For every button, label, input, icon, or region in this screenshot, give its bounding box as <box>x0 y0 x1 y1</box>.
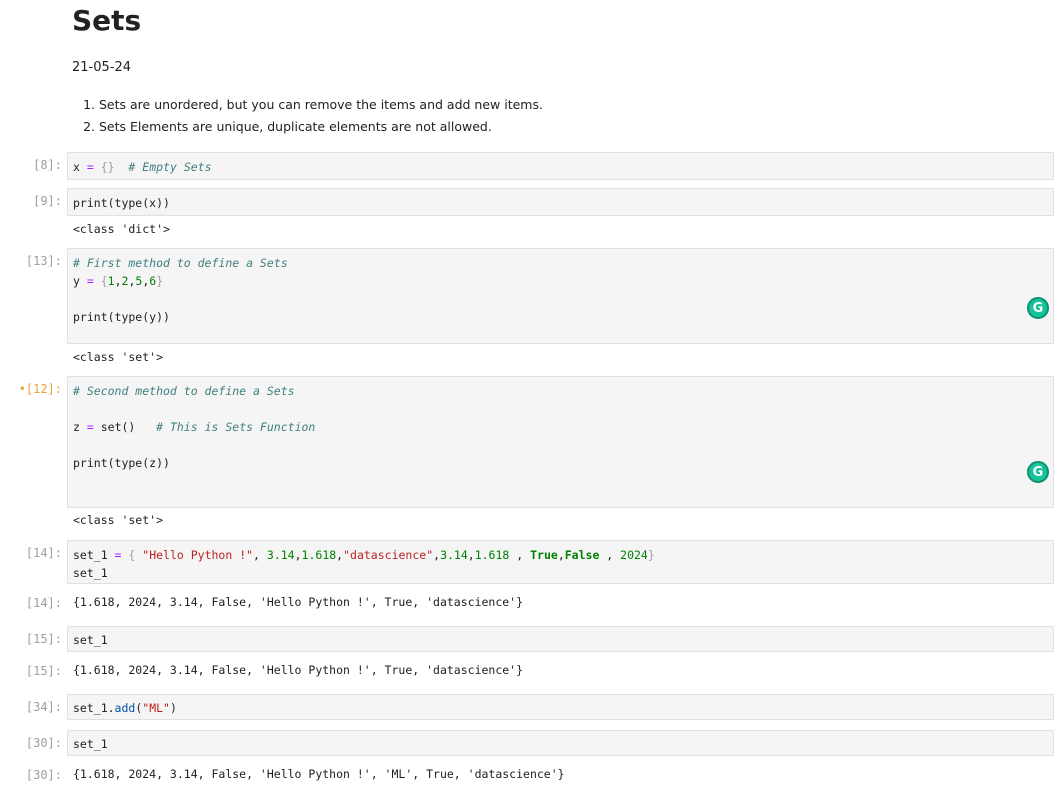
cell-output: <class 'set'> <box>73 513 164 527</box>
code-cell-34[interactable]: set_1.add("ML") <box>67 694 1054 720</box>
code-token: , <box>253 548 267 562</box>
cell-output: {1.618, 2024, 3.14, False, 'Hello Python… <box>73 663 524 677</box>
code-editor[interactable]: # First method to define a Sets y = {1,2… <box>68 249 1053 331</box>
code-token: 1.618 <box>301 548 337 562</box>
code-token: set_1. <box>73 701 115 715</box>
code-line: print(type(z)) <box>73 456 170 470</box>
code-token: { <box>121 548 143 562</box>
code-token: "Hello Python !" <box>142 548 254 562</box>
grammarly-icon[interactable]: G <box>1027 461 1049 483</box>
code-token: ) <box>169 701 177 715</box>
code-token: 3.14 <box>440 548 468 562</box>
cell-output: {1.618, 2024, 3.14, False, 'Hello Python… <box>73 595 524 609</box>
code-editor[interactable]: set_1 <box>68 731 1053 758</box>
code-editor[interactable]: set_1 = { "Hello Python !", 3.14,1.618,"… <box>68 541 1053 587</box>
code-token: , <box>599 548 621 562</box>
code-line: print(type(y)) <box>73 310 170 324</box>
input-prompt: [14]: <box>25 546 62 560</box>
code-cell-15[interactable]: set_1 <box>67 626 1054 652</box>
cell-output: <class 'set'> <box>73 350 164 364</box>
code-cell-14[interactable]: set_1 = { "Hello Python !", 3.14,1.618,"… <box>67 540 1054 584</box>
notes-list: Sets are unordered, but you can remove t… <box>72 94 543 138</box>
code-line: set_1 <box>73 633 108 647</box>
output-prompt: [30]: <box>25 768 62 782</box>
code-cell-12[interactable]: # Second method to define a Sets z = set… <box>67 376 1054 508</box>
input-prompt: [13]: <box>25 254 62 268</box>
code-comment: # First method to define a Sets <box>73 256 288 270</box>
input-prompt: [30]: <box>25 736 62 750</box>
code-token: add <box>114 701 136 715</box>
date-text: 21-05-24 <box>72 60 132 75</box>
code-token: } <box>647 548 655 562</box>
code-editor[interactable]: set_1.add("ML") <box>68 695 1053 722</box>
code-line: print(type(x)) <box>73 196 170 210</box>
code-token: = <box>86 420 94 434</box>
code-token: = <box>86 274 94 288</box>
code-token: { <box>93 274 108 288</box>
code-cell-30[interactable]: set_1 <box>67 730 1054 756</box>
code-token: , <box>557 548 565 562</box>
list-item: Sets are unordered, but you can remove t… <box>99 94 543 116</box>
notebook-heading: Sets <box>72 4 142 37</box>
grammarly-icon[interactable]: G <box>1027 297 1049 319</box>
input-prompt: [15]: <box>25 632 62 646</box>
code-token: , <box>509 548 531 562</box>
code-token: {} <box>93 160 115 174</box>
code-token: z <box>73 420 87 434</box>
code-token: set() <box>93 420 157 434</box>
code-comment: # Second method to define a Sets <box>73 384 295 398</box>
input-prompt: [8]: <box>33 158 62 172</box>
code-token: 1.618 <box>474 548 510 562</box>
input-prompt: [34]: <box>25 700 62 714</box>
code-token: 1 <box>107 274 115 288</box>
code-cell-13[interactable]: # First method to define a Sets y = {1,2… <box>67 248 1054 344</box>
list-item: Sets Elements are unique, duplicate elem… <box>99 116 543 138</box>
code-editor[interactable]: # Second method to define a Sets z = set… <box>68 377 1053 477</box>
code-token: True <box>530 548 558 562</box>
code-token: y <box>73 274 87 288</box>
output-prompt: [14]: <box>25 596 62 610</box>
code-comment: # Empty Sets <box>114 160 212 174</box>
output-prompt: [15]: <box>25 664 62 678</box>
cell-output: <class 'dict'> <box>73 222 170 236</box>
code-token: } <box>156 274 164 288</box>
code-token: set_1 <box>73 548 115 562</box>
code-cell-9[interactable]: print(type(x)) <box>67 188 1054 216</box>
code-token: , <box>294 548 302 562</box>
code-token: 3.14 <box>266 548 295 562</box>
cell-output: {1.618, 2024, 3.14, False, 'Hello Python… <box>73 767 565 781</box>
code-line: set_1 <box>73 566 108 580</box>
code-editor[interactable]: print(type(x)) <box>68 189 1053 217</box>
code-token: , <box>114 274 122 288</box>
code-token: "ML" <box>142 701 170 715</box>
code-editor[interactable]: set_1 <box>68 627 1053 654</box>
input-prompt-modified: •[12]: <box>18 382 62 396</box>
code-token: 2024 <box>620 548 648 562</box>
code-comment: # This is Sets Function <box>156 420 316 434</box>
input-prompt: [9]: <box>33 194 62 208</box>
code-editor[interactable]: x = {} # Empty Sets <box>68 153 1053 181</box>
code-token: = <box>86 160 94 174</box>
code-cell-8[interactable]: x = {} # Empty Sets <box>67 152 1054 180</box>
code-token: x <box>73 160 87 174</box>
code-token: False <box>564 548 600 562</box>
code-token: "datascience" <box>343 548 434 562</box>
code-token: , <box>467 548 475 562</box>
code-line: set_1 <box>73 737 108 751</box>
